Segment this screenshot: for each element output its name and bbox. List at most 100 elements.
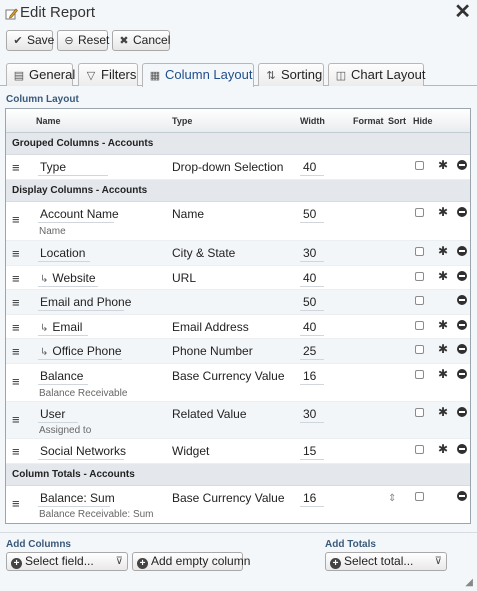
drag-handle-icon[interactable]: ≡	[12, 272, 20, 285]
gear-icon[interactable]: ✱	[438, 158, 448, 172]
tab-label: Column Layout	[165, 67, 253, 82]
save-button[interactable]: ✔ Save	[6, 30, 54, 51]
column-width-field[interactable]: 25	[300, 344, 324, 360]
table-row[interactable]: ≡ ↳ Email Email Address 40 ✱	[6, 315, 470, 339]
column-name-field[interactable]: Balance	[38, 369, 88, 385]
column-sublabel: Balance Receivable	[39, 388, 128, 399]
table-row[interactable]: ≡ Balance: Sum Balance Receivable: Sum B…	[6, 486, 470, 523]
column-width-field[interactable]: 16	[300, 369, 324, 385]
column-width-field[interactable]: 30	[300, 407, 324, 423]
tab-general[interactable]: ▤ General	[6, 63, 75, 86]
drag-handle-icon[interactable]: ≡	[12, 161, 20, 174]
table-row[interactable]: ≡ ↳ Website URL 40 ✱	[6, 266, 470, 290]
hide-checkbox[interactable]	[415, 445, 424, 454]
table-row[interactable]: ≡ Type Drop-down Selection 40 ✱	[6, 155, 470, 180]
drag-handle-icon[interactable]: ≡	[12, 321, 20, 334]
gear-icon[interactable]: ✱	[438, 318, 448, 332]
table-row[interactable]: ≡ Email and Phone 50	[6, 290, 470, 315]
column-name-field[interactable]: ↳ Office Phone	[38, 344, 122, 360]
drag-handle-icon[interactable]: ≡	[12, 497, 20, 510]
column-width-field[interactable]: 30	[300, 246, 324, 262]
drag-handle-icon[interactable]: ≡	[12, 247, 20, 260]
column-name-field[interactable]: Social Networks	[38, 444, 126, 460]
column-width-field[interactable]: 40	[300, 271, 324, 287]
table-row[interactable]: ≡ Account Name Name Name 50 ✱	[6, 202, 470, 241]
column-sublabel: Name	[39, 226, 66, 237]
hide-checkbox[interactable]	[415, 321, 424, 330]
hide-checkbox[interactable]	[415, 272, 424, 281]
column-name-field[interactable]: Type	[38, 160, 108, 176]
filter-icon: ▽	[86, 70, 96, 82]
table-row[interactable]: ≡ Balance Balance Receivable Base Curren…	[6, 364, 470, 402]
column-name-text: Website	[52, 271, 96, 285]
cancel-button[interactable]: ✖ Cancel	[112, 30, 170, 51]
column-name-field[interactable]: ↳ Email	[38, 320, 88, 336]
drag-handle-icon[interactable]: ≡	[12, 213, 20, 226]
remove-icon[interactable]	[457, 271, 467, 281]
tab-chart-layout[interactable]: ◫ Chart Layout	[328, 63, 425, 86]
gear-icon[interactable]: ✱	[438, 269, 448, 283]
column-width-field[interactable]: 50	[300, 295, 324, 311]
remove-icon[interactable]	[457, 344, 467, 354]
section-title: Column Layout	[6, 94, 79, 105]
plus-icon: +	[330, 558, 341, 569]
gear-icon[interactable]: ✱	[438, 367, 448, 381]
group-display-columns: Display Columns - Accounts	[6, 180, 470, 202]
hide-checkbox[interactable]	[415, 161, 424, 170]
table-row[interactable]: ≡ User Assigned to Related Value 30 ✱	[6, 402, 470, 439]
gear-icon[interactable]: ✱	[438, 205, 448, 219]
hide-checkbox[interactable]	[415, 208, 424, 217]
column-width-field[interactable]: 50	[300, 207, 324, 223]
select-field-dropdown[interactable]: + Select field... ⊽	[6, 552, 128, 571]
drag-handle-icon[interactable]: ≡	[12, 345, 20, 358]
gear-icon[interactable]: ✱	[438, 405, 448, 419]
gear-icon[interactable]: ✱	[438, 342, 448, 356]
tab-filters[interactable]: ▽ Filters	[78, 63, 138, 86]
column-name-field[interactable]: Balance: Sum	[38, 491, 115, 507]
tab-sorting[interactable]: ⇅ Sorting	[258, 63, 324, 86]
drag-handle-icon[interactable]: ≡	[12, 296, 20, 309]
column-width-field[interactable]: 16	[300, 491, 324, 507]
sort-arrows-icon[interactable]: ⇕	[388, 493, 396, 504]
remove-icon[interactable]	[457, 295, 467, 305]
hide-checkbox[interactable]	[415, 492, 424, 501]
tab-column-layout[interactable]: ▦ Column Layout	[142, 63, 254, 87]
column-name-field[interactable]: Account Name	[38, 207, 119, 223]
gear-icon[interactable]: ✱	[438, 442, 448, 456]
column-width-field[interactable]: 40	[300, 160, 324, 176]
add-empty-column-button[interactable]: + Add empty column	[132, 552, 250, 571]
table-row[interactable]: ≡ ↳ Office Phone Phone Number 25 ✱	[6, 339, 470, 364]
remove-icon[interactable]	[457, 407, 467, 417]
resize-grip-icon[interactable]: ◢	[465, 577, 473, 588]
hide-checkbox[interactable]	[415, 296, 424, 305]
cancel-icon: ✖	[119, 35, 129, 47]
drag-handle-icon[interactable]: ≡	[12, 375, 20, 388]
remove-icon[interactable]	[457, 246, 467, 256]
cancel-label: Cancel	[133, 33, 171, 47]
select-total-dropdown[interactable]: + Select total... ⊽	[325, 552, 447, 571]
column-width-field[interactable]: 40	[300, 320, 324, 336]
hide-checkbox[interactable]	[415, 370, 424, 379]
gear-icon[interactable]: ✱	[438, 244, 448, 258]
remove-icon[interactable]	[457, 444, 467, 454]
drag-handle-icon[interactable]: ≡	[12, 445, 20, 458]
remove-icon[interactable]	[457, 160, 467, 170]
column-name-field[interactable]: Location	[38, 246, 90, 262]
hide-checkbox[interactable]	[415, 408, 424, 417]
column-width-field[interactable]: 15	[300, 444, 324, 460]
remove-icon[interactable]	[457, 320, 467, 330]
remove-icon[interactable]	[457, 207, 467, 217]
reset-button[interactable]: ⊖ Reset	[57, 30, 109, 51]
column-name-field[interactable]: ↳ Website	[38, 271, 98, 287]
column-name-field[interactable]: User	[38, 407, 78, 423]
drag-handle-icon[interactable]: ≡	[12, 413, 20, 426]
table-row[interactable]: ≡ Location City & State 30 ✱	[6, 241, 470, 266]
table-row[interactable]: ≡ Social Networks Widget 15 ✱	[6, 439, 470, 464]
close-icon[interactable]: ✕	[454, 1, 471, 23]
remove-icon[interactable]	[457, 491, 467, 501]
hide-checkbox[interactable]	[415, 247, 424, 256]
column-name-field[interactable]: Email and Phone	[38, 295, 131, 311]
hide-checkbox[interactable]	[415, 345, 424, 354]
column-type: Widget	[172, 444, 210, 458]
remove-icon[interactable]	[457, 369, 467, 379]
